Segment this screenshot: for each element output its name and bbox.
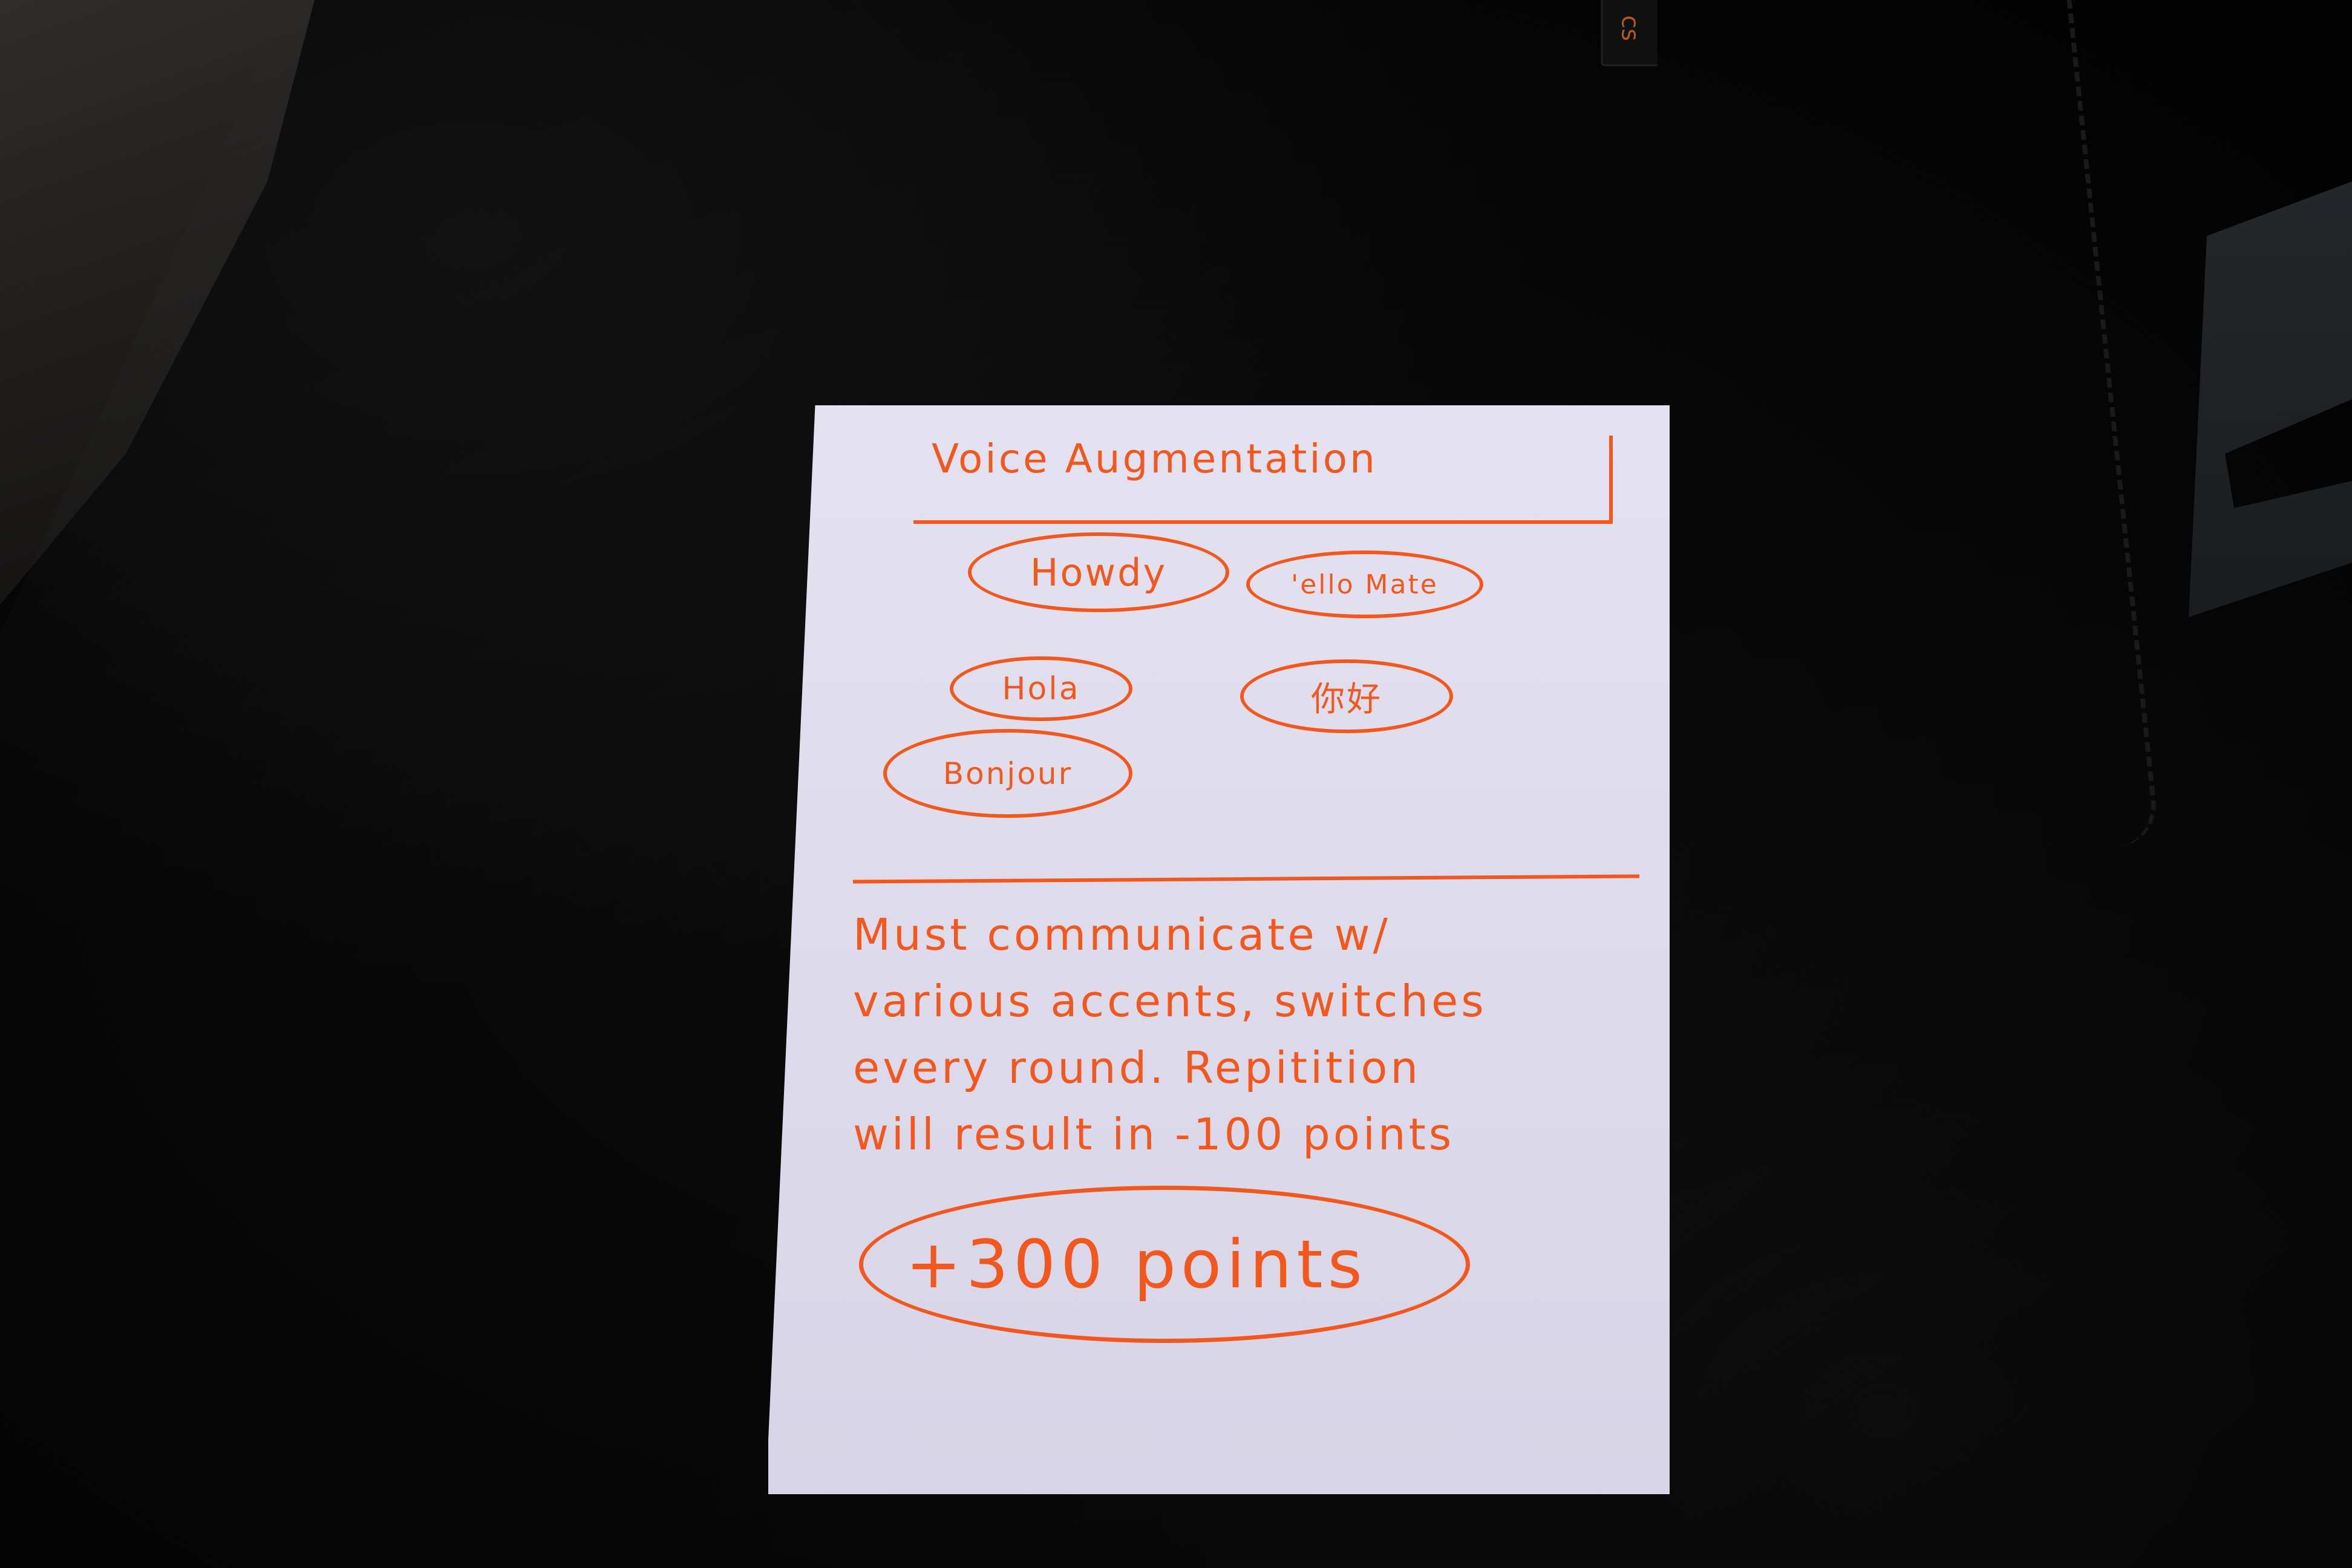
description-line: Must communicate w/	[853, 909, 1391, 960]
greeting-text: Howdy	[1030, 550, 1168, 595]
speech-bubble-nihao: 你好	[1240, 659, 1453, 733]
brand-tag: cs	[1601, 0, 1658, 67]
reward-bubble: +300 points	[859, 1186, 1470, 1343]
description-line: will result in -100 points	[853, 1109, 1455, 1160]
card-description: Must communicate w/ various accents, swi…	[853, 901, 1664, 1168]
description-line: every round. Repitition	[853, 1042, 1422, 1093]
greeting-text: 'ello Mate	[1291, 569, 1439, 600]
description-line: various accents, switches	[853, 976, 1487, 1027]
speech-bubble-ello-mate: 'ello Mate	[1246, 550, 1483, 618]
speech-bubble-hola: Hola	[950, 656, 1132, 721]
speech-bubble-bonjour: Bonjour	[883, 729, 1132, 818]
index-card: Voice Augmentation Howdy 'ello Mate Hola…	[768, 405, 1670, 1494]
card-title: Voice Augmentation	[932, 436, 1377, 482]
speech-bubble-howdy: Howdy	[968, 532, 1229, 612]
greeting-text: 你好	[1311, 679, 1382, 719]
section-divider	[852, 874, 1640, 884]
reward-text: +300 points	[906, 1226, 1367, 1303]
greeting-text: Hola	[1002, 670, 1080, 707]
greeting-text: Bonjour	[942, 756, 1073, 791]
photo-scene: cs Voice Augmentation Howdy 'ello Mate H…	[0, 0, 2352, 1568]
